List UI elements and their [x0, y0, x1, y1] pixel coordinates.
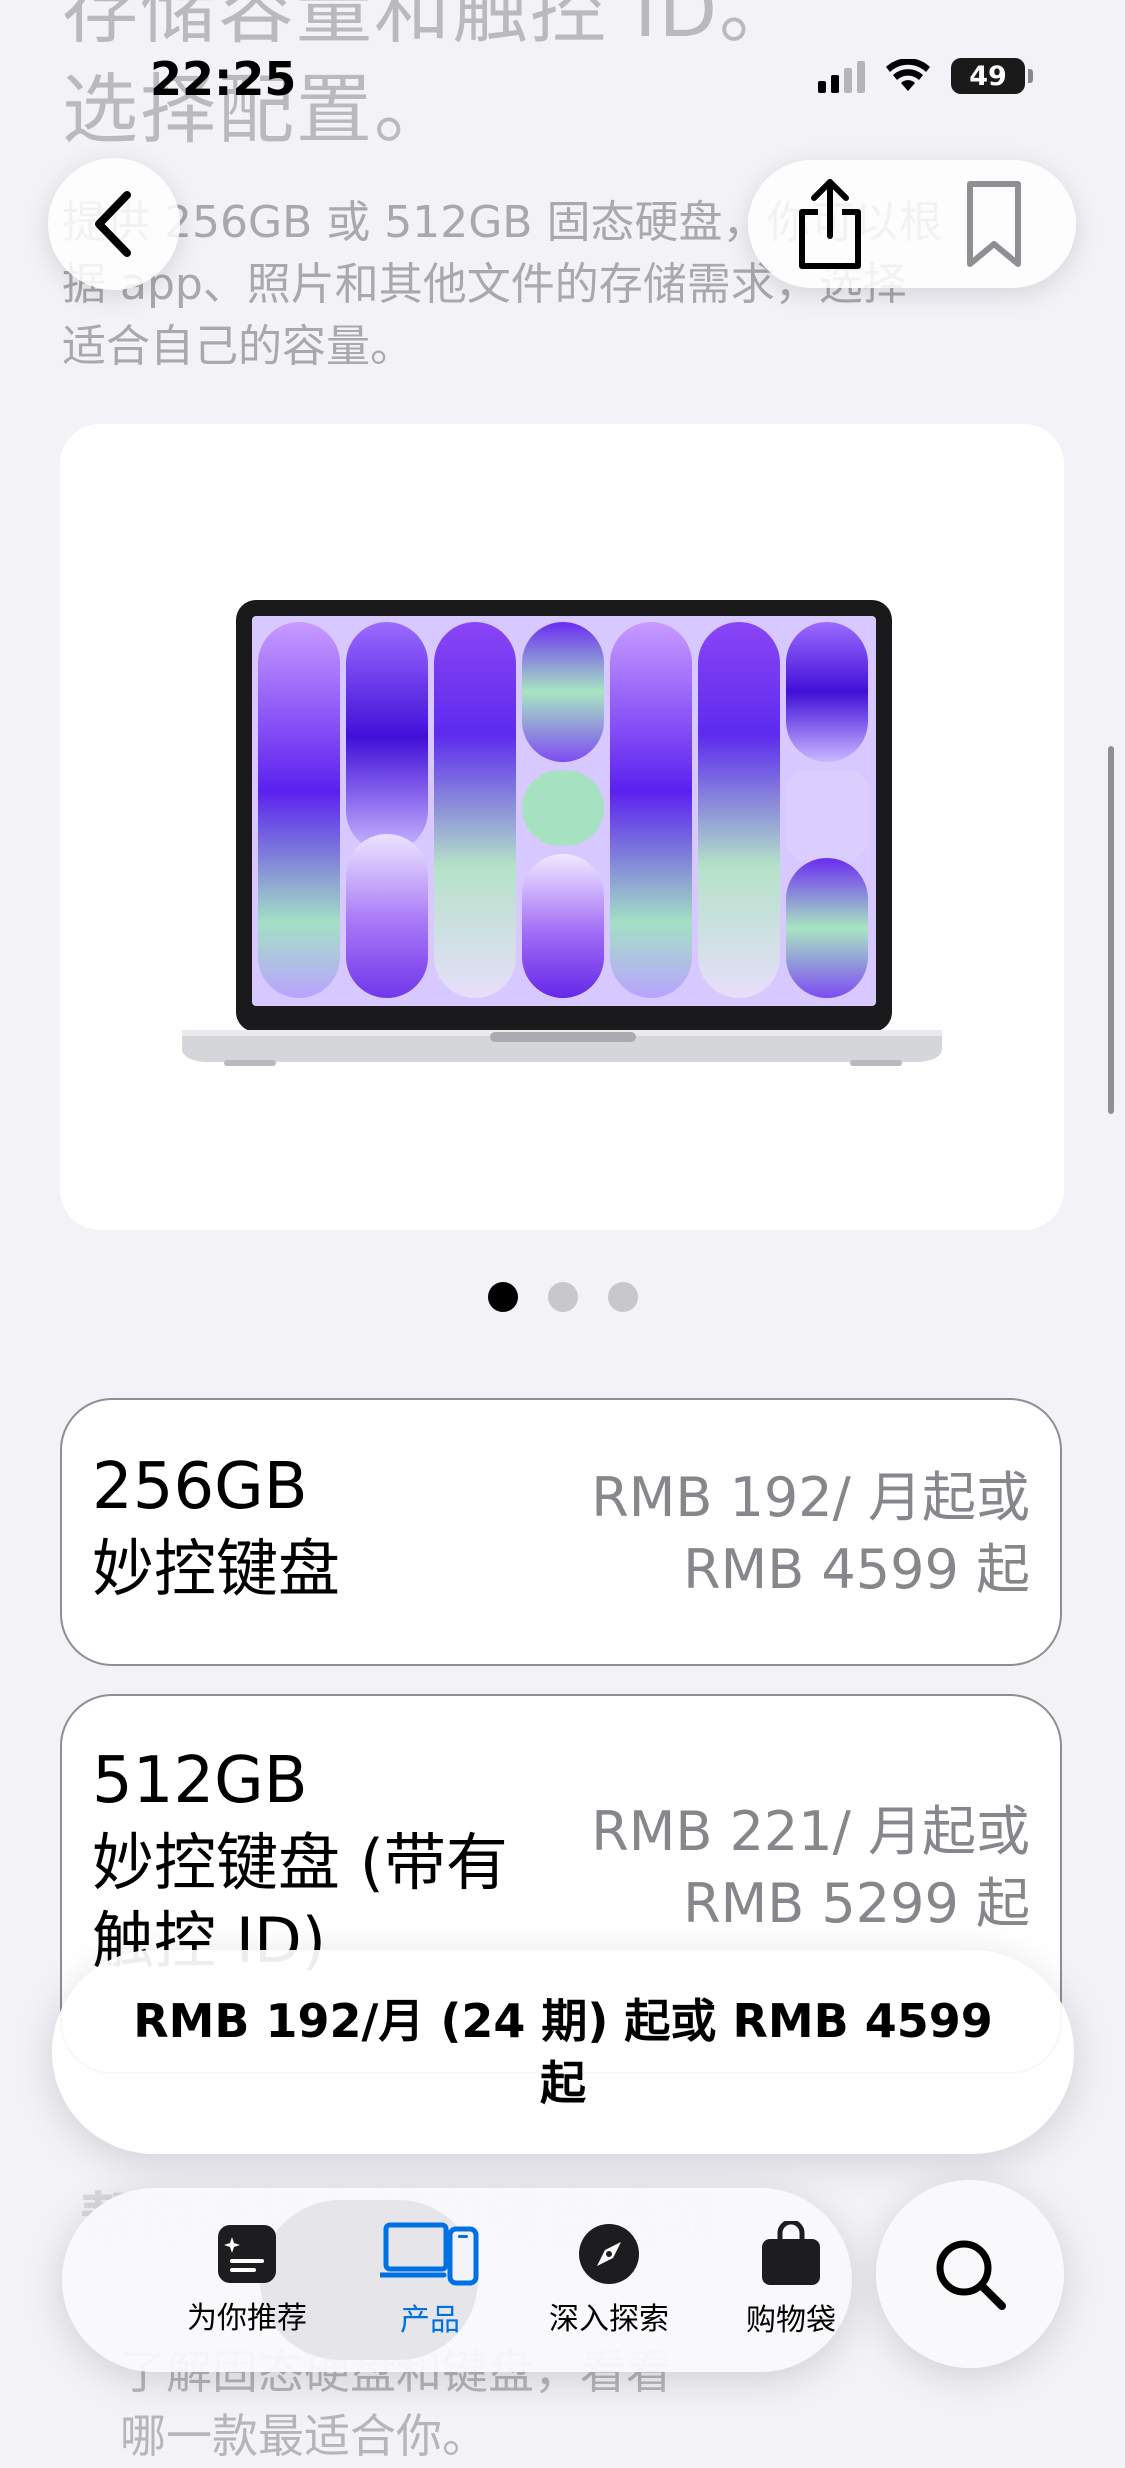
- tab-bag[interactable]: 购物袋: [696, 2188, 886, 2372]
- price-summary-text: RMB 192/月 (24 期) 起或 RMB 4599 起: [133, 1994, 993, 2110]
- action-buttons: [748, 160, 1076, 288]
- scroll-indicator[interactable]: [1108, 746, 1114, 1114]
- option-storage: 256GB: [92, 1450, 308, 1524]
- price-summary-bar[interactable]: RMB 192/月 (24 期) 起或 RMB 4599 起: [52, 1950, 1074, 2154]
- product-image-card[interactable]: [60, 424, 1064, 1230]
- for-you-icon: [218, 2225, 276, 2283]
- carousel-pagination[interactable]: [0, 1282, 1125, 1312]
- carousel-dot-3[interactable]: [607, 1282, 638, 1312]
- chevron-left-icon: [95, 191, 131, 257]
- battery-icon: 49: [951, 58, 1033, 94]
- cellular-signal-icon: [818, 59, 865, 93]
- wifi-icon: [886, 59, 930, 91]
- option-keyboard: 妙控键盘: [92, 1532, 341, 1605]
- bookmark-button[interactable]: [934, 164, 1054, 284]
- tab-products[interactable]: 产品: [335, 2188, 525, 2372]
- tab-for-you[interactable]: 为你推荐: [152, 2188, 342, 2372]
- option-storage: 512GB: [92, 1744, 308, 1818]
- tab-bar-items: 为你推荐 产品 深入探索 购物袋: [62, 2188, 852, 2372]
- compass-icon: [579, 2224, 639, 2284]
- devices-icon: [380, 2222, 479, 2286]
- tab-explore[interactable]: 深入探索: [514, 2188, 704, 2372]
- search-button[interactable]: [876, 2180, 1064, 2368]
- bookmark-icon: [967, 181, 1021, 267]
- macbook-image: [182, 600, 942, 1066]
- search-icon: [936, 2240, 1006, 2310]
- status-icons: 49: [818, 58, 1033, 94]
- carousel-dot-2[interactable]: [547, 1282, 578, 1312]
- back-button[interactable]: [48, 158, 180, 290]
- carousel-dot-1[interactable]: [487, 1282, 518, 1312]
- option-price: RMB 221/ 月起或 RMB 5299 起: [591, 1800, 1030, 1935]
- share-icon: [799, 179, 861, 269]
- bag-icon: [762, 2221, 820, 2285]
- config-option-256gb[interactable]: 256GB 妙控键盘 RMB 192/ 月起或 RMB 4599 起: [60, 1398, 1062, 1666]
- share-button[interactable]: [770, 164, 890, 284]
- status-time: 22:25: [150, 52, 297, 106]
- option-price: RMB 192/ 月起或 RMB 4599 起: [591, 1466, 1030, 1601]
